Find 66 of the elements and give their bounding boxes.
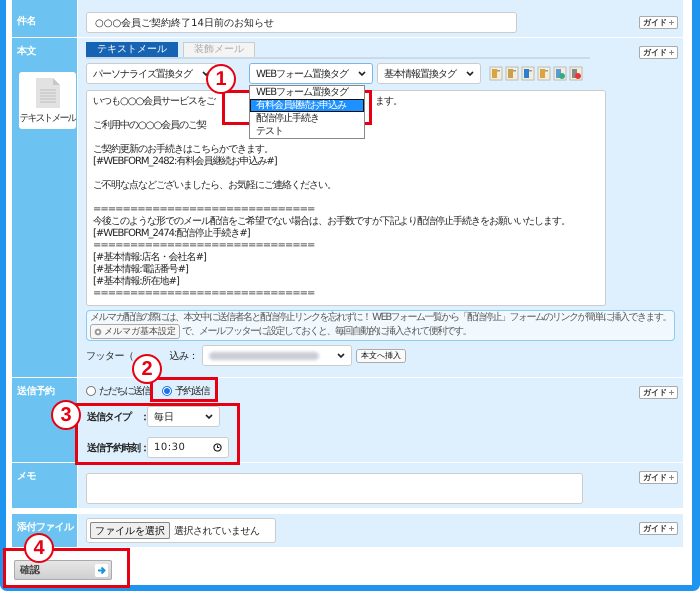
body-text-line: ご利用中の○○○会員のご契 [93, 120, 206, 131]
choose-file-button[interactable]: ファイルを選択 [90, 522, 170, 539]
footer-label: フッター（ [86, 350, 134, 362]
dropdown-option[interactable]: WEBフォーム置換タグ [250, 86, 364, 99]
body-text-line: ============================== [93, 240, 314, 251]
insert-button[interactable]: 本文へ挿入 [356, 348, 406, 362]
guide-button[interactable]: ガイド [639, 471, 678, 484]
plus-icon [669, 20, 674, 25]
gear-icon [94, 328, 102, 336]
field-label: 本文 [17, 44, 38, 58]
footer-label: 込み： [170, 350, 198, 362]
radio-button[interactable] [162, 386, 172, 396]
body-text-line: ご契約更新のお手続きはこちらかできます。 [93, 144, 273, 155]
body-text-line: [#基本情報:電話番号#] [93, 264, 188, 275]
dropdown-option[interactable]: テスト [250, 125, 364, 138]
subject-field[interactable]: ○○○会員ご契約終了14日前のお知らせ [86, 12, 517, 33]
guide-button[interactable]: ガイド [639, 16, 678, 29]
plus-icon [669, 50, 674, 55]
body-text-line: ============================== [93, 288, 314, 299]
radio-label: 予約送信 [175, 385, 209, 398]
notice-text: メルマガ配信の際には、本文中に送信者名と配信停止リンクを忘れずに！ WEBフォーム一覧から「配信停止」フォームのリンクが簡単に挿入できます。 [90, 312, 671, 324]
file-input[interactable]: ファイルを選択 選択されていません [86, 518, 276, 543]
chevron-down-icon [466, 70, 474, 76]
body-text-line: [#WEBFORM_2482:有料会員継続お申込み#] [93, 156, 277, 167]
field-label: 添付ファイル [17, 520, 74, 534]
document-icon[interactable] [489, 66, 504, 81]
send-type-select[interactable]: 毎日 [147, 406, 220, 427]
plus-icon [669, 526, 674, 531]
field-label: メモ [17, 470, 37, 483]
plus-icon [669, 390, 674, 395]
body-text-line: ご不明な点などございましたら、お気軽にご連絡ください。 [93, 180, 336, 191]
settings-button[interactable]: メルマガ基本設定 [90, 324, 180, 339]
body-text-line: [#WEBFORM_2474:配信停止手続き#] [93, 228, 250, 239]
document-icon [36, 78, 60, 108]
mail-type-tab[interactable]: テキストメール [86, 42, 178, 57]
guide-button[interactable]: ガイド [639, 522, 678, 535]
body-text-line: ============================== [93, 204, 314, 215]
dropdown-option[interactable]: 配信停止手続き [250, 112, 364, 125]
notice-text: で、メールフッターに設定しておくと、毎回自動的に挿入されて便利です。 [182, 326, 471, 338]
memo-field[interactable] [86, 473, 583, 504]
format-card[interactable]: テキストメール [19, 72, 76, 129]
plus-icon [669, 475, 674, 480]
arrow-right-icon [95, 564, 108, 576]
send-time-label: 送信予約時刻： [86, 442, 147, 454]
body-text-line: [#基本情報:店名・会社名#] [93, 252, 206, 263]
tag-select[interactable]: WEBフォーム置換タグ [249, 63, 374, 84]
body-text-line: [#基本情報:所在地#] [93, 276, 179, 287]
guide-button[interactable]: ガイド [639, 386, 678, 399]
time-field[interactable]: 10:30 [147, 437, 229, 458]
send-type-label: 送信タイプ ： [86, 410, 147, 424]
chevron-down-icon [205, 414, 213, 420]
tag-select[interactable]: 基本情報置換タグ [377, 63, 482, 84]
document-page-icon[interactable] [521, 66, 536, 81]
body-text-line: ます。 [375, 96, 402, 108]
clock-icon [213, 443, 222, 452]
chevron-down-icon [337, 352, 345, 358]
field-label: 送信予約 [17, 384, 56, 398]
footer-select[interactable] [202, 345, 352, 366]
body-text-line: 今後このような形でのメール配信をご希望でない場合は、お手数ですが下記より配信停止手続きをお願いいたします。 [93, 216, 570, 227]
radio-button[interactable] [86, 386, 96, 396]
body-text-line: いつも○○○会員サービスをご [93, 96, 216, 107]
confirm-button[interactable]: 確認 [14, 560, 112, 580]
field-label: 件名 [17, 14, 37, 28]
chevron-down-icon [358, 70, 366, 76]
guide-button[interactable]: ガイド [639, 46, 678, 59]
tag-select[interactable]: パーソナライズ置換タグ [86, 63, 217, 84]
